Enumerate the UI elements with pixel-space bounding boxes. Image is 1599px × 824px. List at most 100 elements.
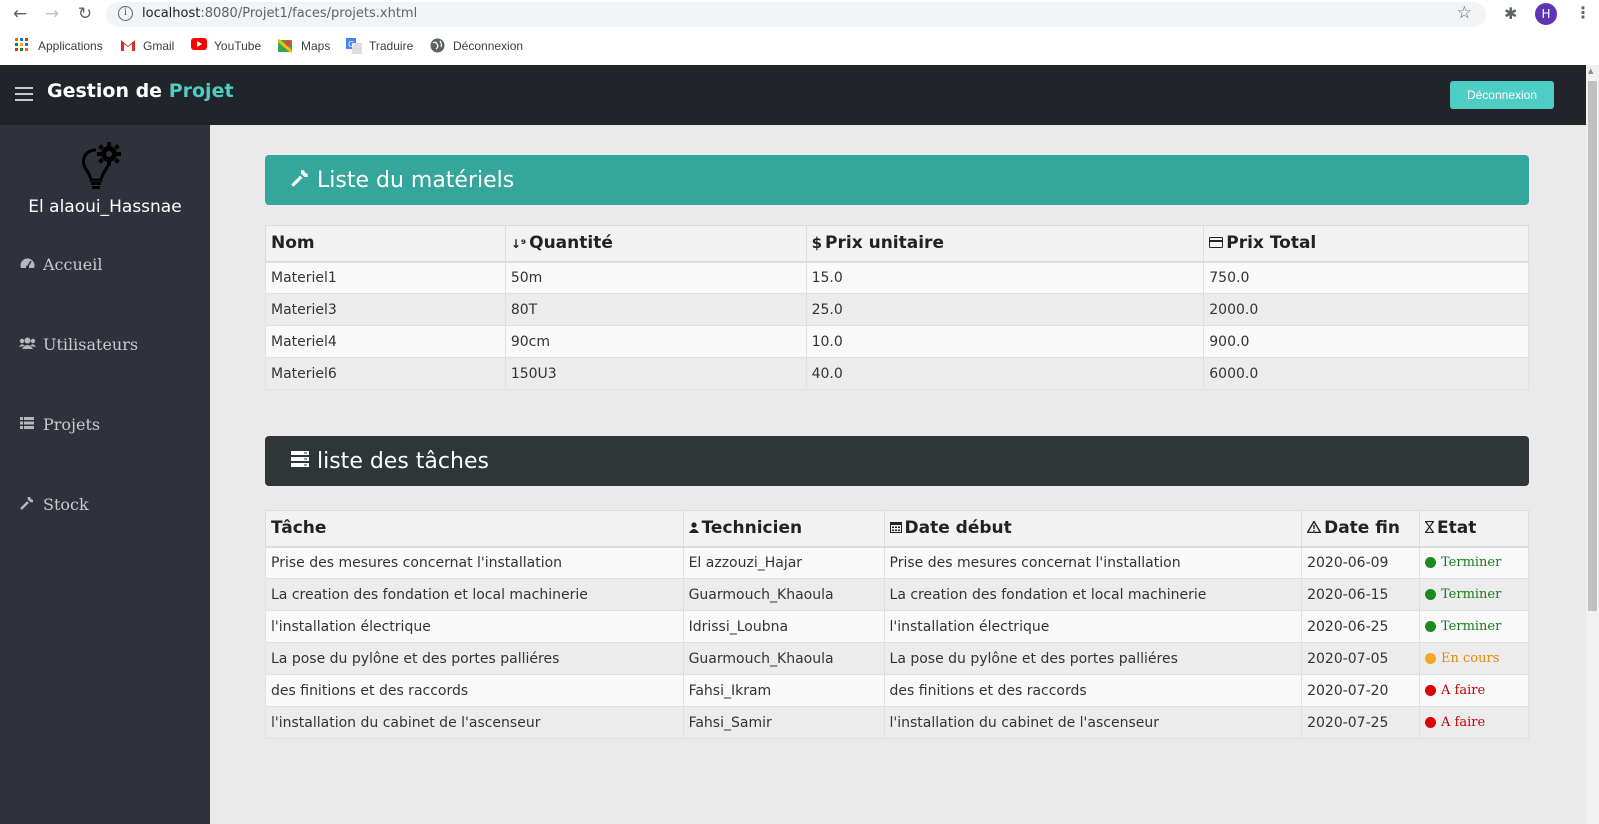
back-icon[interactable]: ← — [10, 4, 30, 24]
table-row: La pose du pylône et des portes palliére… — [265, 642, 1529, 675]
col-date-fin[interactable]: Date fin — [1301, 510, 1420, 548]
bookmark-gmail[interactable]: Gmail — [120, 37, 174, 55]
col-date-debut[interactable]: Date début — [883, 510, 1303, 548]
status-dot-icon — [1425, 589, 1436, 600]
table-cell: 2020-07-20 — [1301, 674, 1420, 707]
status-cell: Terminer — [1419, 578, 1529, 611]
forward-icon[interactable]: → — [42, 4, 62, 24]
hamburger-menu-icon[interactable] — [15, 87, 33, 101]
translate-icon: G — [346, 38, 362, 54]
table-cell: 2000.0 — [1203, 293, 1529, 326]
status-badge: A faire — [1425, 683, 1523, 698]
table-row: des finitions et des raccords Fahsi_Ikram… — [265, 674, 1529, 707]
table-cell: 2020-07-05 — [1301, 642, 1420, 675]
address-bar[interactable]: i localhost:8080/Projet1/faces/projets.x… — [106, 2, 1486, 27]
status-badge: En cours — [1425, 651, 1523, 666]
table-cell: La pose du pylône et des portes palliére… — [883, 642, 1303, 675]
col-prix-total[interactable]: Prix Total — [1203, 225, 1529, 263]
bookmark-traduire[interactable]: G Traduire — [346, 37, 413, 55]
user-icon — [688, 522, 699, 536]
avatar[interactable]: H — [1535, 3, 1557, 25]
bookmark-star-icon[interactable]: ☆ — [1457, 3, 1472, 23]
materials-header-row: Nom ↓⁹ Quantité $ Prix unitaire Prix Total — [265, 225, 1529, 263]
sidebar-item-projets[interactable]: Projets — [19, 415, 100, 434]
col-prix-unitaire[interactable]: $ Prix unitaire — [805, 225, 1205, 263]
status-badge: Terminer — [1425, 555, 1523, 570]
info-icon[interactable]: i — [118, 6, 133, 21]
col-nom[interactable]: Nom — [265, 225, 506, 263]
status-label: A faire — [1441, 715, 1486, 730]
sidebar-item-utilisateurs[interactable]: Utilisateurs — [19, 335, 138, 354]
table-cell: 40.0 — [805, 357, 1205, 390]
status-badge: Terminer — [1425, 619, 1523, 634]
table-cell: Materiel4 — [265, 325, 506, 358]
status-label: En cours — [1441, 651, 1500, 666]
status-cell: Terminer — [1419, 546, 1529, 579]
bookmark-youtube[interactable]: YouTube — [191, 37, 261, 55]
globe-icon — [430, 38, 446, 54]
wrench-icon — [291, 169, 309, 192]
table-cell: l'installation électrique — [883, 610, 1303, 643]
table-cell: 15.0 — [805, 261, 1205, 294]
table-cell: 150U3 — [504, 357, 807, 390]
table-row: l'installation électrique Idrissi_Loubna l… — [265, 610, 1529, 643]
table-cell: l'installation du cabinet de l'ascenseur — [883, 706, 1303, 739]
youtube-icon — [191, 38, 207, 54]
bookmark-deconnexion[interactable]: Déconnexion — [430, 37, 523, 55]
status-label: Terminer — [1441, 555, 1502, 571]
sidebar-item-accueil[interactable]: Accueil — [19, 255, 102, 274]
table-cell: Idrissi_Loubna — [682, 610, 885, 643]
table-cell: Prise des mesures concernat l'installati… — [883, 546, 1303, 579]
table-cell: 2020-06-15 — [1301, 578, 1420, 611]
extensions-icon[interactable]: ✱ — [1504, 4, 1517, 23]
table-cell: La creation des fondation et local machi… — [265, 578, 684, 611]
col-quantite[interactable]: ↓⁹ Quantité — [504, 225, 807, 263]
status-badge: Terminer — [1425, 587, 1523, 602]
table-cell: 900.0 — [1203, 325, 1529, 358]
materials-table: Nom ↓⁹ Quantité $ Prix unitaire Prix Total… — [265, 225, 1529, 390]
status-label: A faire — [1441, 683, 1486, 698]
browser-toolbar: ← → ↻ i localhost:8080/Projet1/faces/pro… — [0, 0, 1599, 28]
table-cell: Guarmouch_Khaoula — [682, 578, 885, 611]
table-cell: 10.0 — [805, 325, 1205, 358]
table-cell: l'installation électrique — [265, 610, 684, 643]
bookmark-applications[interactable]: Applications — [15, 37, 103, 55]
wrench-icon — [19, 496, 35, 514]
table-cell: El azzouzi_Hajar — [682, 546, 885, 579]
col-technicien[interactable]: Technicien — [682, 510, 885, 548]
table-cell: 6000.0 — [1203, 357, 1529, 390]
credit-card-icon — [1209, 237, 1224, 251]
dashboard-icon — [19, 257, 35, 273]
table-cell: 2020-06-09 — [1301, 546, 1420, 579]
sidebar: El alaoui_Hassnae Accueil Utilisateurs P… — [0, 125, 210, 824]
sidebar-item-stock[interactable]: Stock — [19, 495, 89, 514]
col-tache[interactable]: Tâche — [265, 510, 684, 548]
maps-icon — [277, 38, 294, 54]
status-label: Terminer — [1441, 619, 1502, 634]
page-scrollbar[interactable]: ▲ — [1586, 65, 1599, 824]
tasks-table: Tâche Technicien Date début Date fin Eta… — [265, 510, 1529, 739]
scroll-thumb[interactable] — [1588, 81, 1597, 611]
status-dot-icon — [1425, 685, 1436, 696]
table-cell: l'installation du cabinet de l'ascenseur — [265, 706, 684, 739]
status-cell: En cours — [1419, 642, 1529, 675]
scroll-up-icon[interactable]: ▲ — [1588, 67, 1593, 75]
dollar-icon: $ — [811, 234, 823, 253]
table-cell: La creation des fondation et local machi… — [883, 578, 1303, 611]
bookmarks-bar: Applications Gmail YouTube Maps G Tradui… — [0, 32, 1599, 60]
col-etat[interactable]: Etat — [1419, 510, 1529, 548]
sort-icon: ↓⁹ — [510, 237, 527, 252]
table-cell: 750.0 — [1203, 261, 1529, 294]
logout-button[interactable]: Déconnexion — [1450, 81, 1554, 109]
reload-icon[interactable]: ↻ — [75, 4, 95, 24]
table-cell: Materiel6 — [265, 357, 506, 390]
browser-menu-icon[interactable]: ⋮ — [1575, 3, 1591, 22]
url-text[interactable]: localhost:8080/Projet1/faces/projets.xht… — [142, 6, 417, 21]
bookmark-maps[interactable]: Maps — [277, 37, 330, 55]
status-cell: Terminer — [1419, 610, 1529, 643]
warning-icon — [1306, 520, 1322, 536]
status-cell: A faire — [1419, 706, 1529, 739]
apps-grid-icon — [15, 38, 31, 54]
table-cell: Guarmouch_Khaoula — [682, 642, 885, 675]
table-row: l'installation du cabinet de l'ascenseur… — [265, 706, 1529, 739]
